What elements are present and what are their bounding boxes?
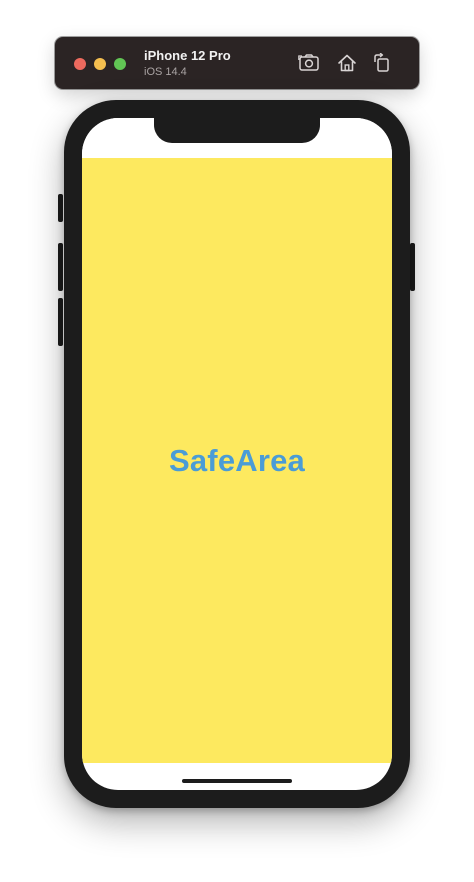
device-screen: SafeArea — [82, 118, 392, 790]
window-minimize-button[interactable] — [94, 58, 106, 70]
safe-area-label: SafeArea — [168, 442, 305, 478]
window-zoom-button[interactable] — [114, 58, 126, 70]
volume-down-button — [58, 298, 63, 346]
simulator-title-bar[interactable]: iPhone 12 Pro iOS 14.4 — [55, 37, 419, 89]
device-name: iPhone 12 Pro — [144, 48, 231, 63]
device-notch — [154, 118, 320, 143]
device-frame: SafeArea — [64, 100, 410, 808]
safe-area-view: SafeArea — [82, 158, 392, 763]
mute-switch — [58, 194, 63, 222]
home-icon — [338, 54, 356, 72]
rotate-button[interactable] — [370, 51, 394, 75]
simulator-stage: iPhone 12 Pro iOS 14.4 SafeArea — [0, 0, 474, 882]
home-indicator[interactable] — [182, 779, 292, 783]
rotate-icon — [374, 53, 389, 72]
screenshot-button[interactable] — [297, 51, 321, 75]
volume-up-button — [58, 243, 63, 291]
power-button — [410, 243, 415, 291]
os-version: iOS 14.4 — [144, 66, 187, 78]
home-button[interactable] — [335, 51, 359, 75]
camera-icon — [298, 54, 319, 71]
window-close-button[interactable] — [74, 58, 86, 70]
